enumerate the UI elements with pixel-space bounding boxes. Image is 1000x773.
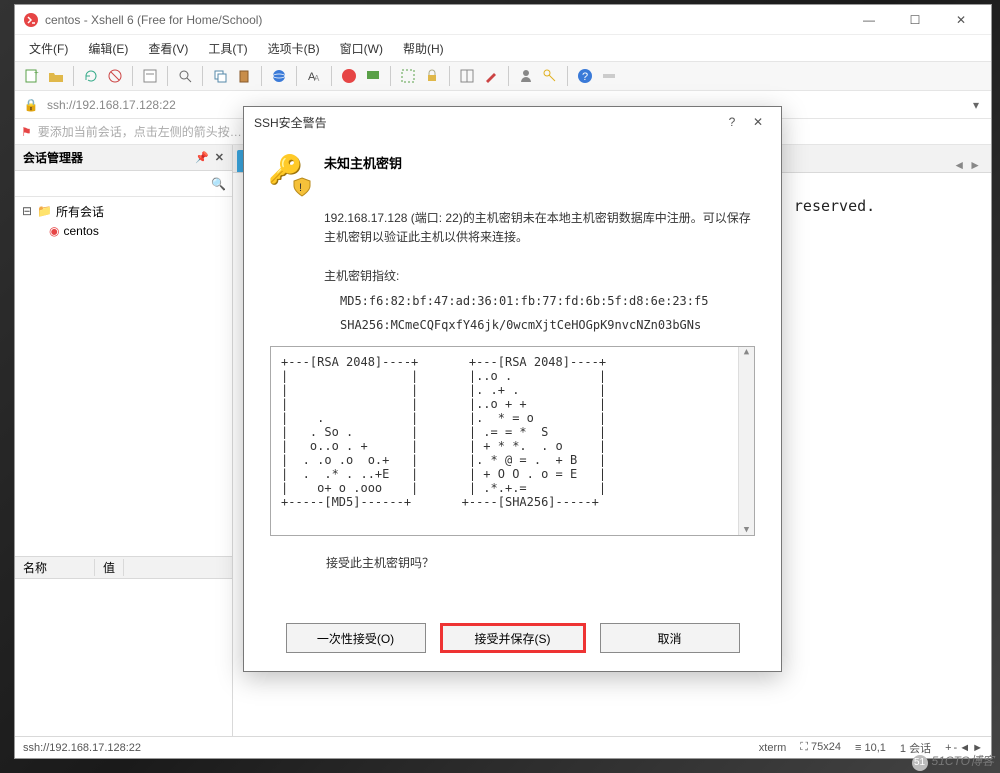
- menu-help[interactable]: 帮助(H): [393, 36, 454, 61]
- svg-text:+: +: [34, 68, 39, 77]
- tree-root[interactable]: ⊟ 📁 所有会话: [21, 201, 226, 221]
- session-panel: 会话管理器 📌 ✕ 🔍 ⊟ 📁 所有会话 ◉ centos: [15, 145, 233, 736]
- tool-layout[interactable]: [456, 65, 478, 87]
- tab-prev-icon[interactable]: ◄: [953, 158, 965, 172]
- dialog-title: SSH安全警告: [254, 114, 719, 131]
- tree-root-label: 所有会话: [56, 203, 104, 220]
- tool-monitor[interactable]: [362, 65, 384, 87]
- dialog-heading: 未知主机密钥: [324, 151, 402, 195]
- svg-text:!: !: [299, 182, 302, 194]
- info-message: 要添加当前会话，点击左侧的箭头按…: [38, 123, 242, 140]
- tool-help[interactable]: ?: [574, 65, 596, 87]
- status-pos: ≡ 10,1: [855, 742, 886, 754]
- status-size: ⛶ 75x24: [800, 741, 841, 754]
- fingerprint-label: 主机密钥指纹:: [324, 267, 759, 284]
- fingerprint-md5: MD5:f6:82:bf:47:ad:36:01:fb:77:fd:6b:5f:…: [340, 294, 759, 308]
- dialog-help-button[interactable]: ?: [719, 115, 745, 129]
- menu-tab[interactable]: 选项卡(B): [258, 36, 330, 61]
- separator: [73, 66, 74, 86]
- status-address: ssh://192.168.17.128:22: [23, 742, 141, 754]
- tree-item-centos[interactable]: ◉ centos: [21, 221, 226, 241]
- separator: [261, 66, 262, 86]
- separator: [132, 66, 133, 86]
- session-icon: ◉: [49, 224, 59, 238]
- dialog-close-button[interactable]: ✕: [745, 115, 771, 129]
- minimize-button[interactable]: —: [847, 5, 891, 35]
- tool-user[interactable]: [515, 65, 537, 87]
- svg-text:?: ?: [582, 71, 588, 83]
- tool-lock[interactable]: [421, 65, 443, 87]
- collapse-icon[interactable]: ⊟: [21, 204, 33, 218]
- randomart-box: +---[RSA 2048]----+ +---[RSA 2048]----+ …: [270, 346, 755, 536]
- menu-window[interactable]: 窗口(W): [330, 36, 393, 61]
- menu-file[interactable]: 文件(F): [19, 36, 78, 61]
- tool-font[interactable]: AA: [303, 65, 325, 87]
- window-title: centos - Xshell 6 (Free for Home/School): [45, 13, 847, 27]
- status-bar: ssh://192.168.17.128:22 xterm ⛶ 75x24 ≡ …: [15, 736, 991, 758]
- folder-icon: 📁: [37, 204, 52, 218]
- lock-icon: 🔒: [21, 98, 41, 112]
- maximize-button[interactable]: ☐: [893, 5, 937, 35]
- tool-brush[interactable]: [480, 65, 502, 87]
- status-term: xterm: [759, 742, 787, 754]
- tool-x[interactable]: [338, 65, 360, 87]
- menu-tools[interactable]: 工具(T): [198, 36, 257, 61]
- scrollbar[interactable]: ▲ ▼: [738, 347, 754, 535]
- watermark: 5151CTO博客: [912, 752, 994, 771]
- dialog-titlebar[interactable]: SSH安全警告 ? ✕: [244, 107, 781, 137]
- tree-item-label: centos: [63, 224, 98, 238]
- session-panel-header: 会话管理器 📌 ✕: [15, 145, 232, 171]
- menubar: 文件(F) 编辑(E) 查看(V) 工具(T) 选项卡(B) 窗口(W) 帮助(…: [15, 35, 991, 61]
- panel-close-icon[interactable]: ✕: [215, 151, 224, 164]
- tool-props[interactable]: [139, 65, 161, 87]
- address-dropdown[interactable]: ▾: [967, 98, 985, 112]
- tool-paste[interactable]: [233, 65, 255, 87]
- titlebar[interactable]: centos - Xshell 6 (Free for Home/School)…: [15, 5, 991, 35]
- close-button[interactable]: ✕: [939, 5, 983, 35]
- separator: [567, 66, 568, 86]
- dialog-prompt: 接受此主机密钥吗？: [326, 554, 755, 571]
- tool-disconnect[interactable]: [104, 65, 126, 87]
- cancel-button[interactable]: 取消: [600, 623, 740, 653]
- session-tree[interactable]: ⊟ 📁 所有会话 ◉ centos: [15, 197, 232, 556]
- separator: [390, 66, 391, 86]
- fingerprint-sha256: SHA256:MCmeCQFqxfY46jk/0wcmXjtCeHOGpK9nv…: [340, 318, 759, 332]
- svg-text:A: A: [314, 74, 320, 83]
- separator: [331, 66, 332, 86]
- pin-icon[interactable]: 📌: [195, 151, 209, 164]
- col-value[interactable]: 值: [95, 559, 124, 576]
- tab-next-icon[interactable]: ►: [969, 158, 981, 172]
- dialog-description: 192.168.17.128 (端口: 22)的主机密钥未在本地主机密钥数据库中…: [324, 209, 759, 247]
- search-icon[interactable]: 🔍: [211, 177, 226, 191]
- separator: [508, 66, 509, 86]
- tool-globe[interactable]: [268, 65, 290, 87]
- accept-and-save-button[interactable]: 接受并保存(S): [440, 623, 586, 653]
- tool-fullscreen[interactable]: [397, 65, 419, 87]
- tool-find[interactable]: [174, 65, 196, 87]
- tool-key[interactable]: [539, 65, 561, 87]
- tool-more[interactable]: [598, 65, 620, 87]
- tool-copy[interactable]: [209, 65, 231, 87]
- app-icon: [23, 12, 39, 28]
- separator: [449, 66, 450, 86]
- menu-view[interactable]: 查看(V): [138, 36, 198, 61]
- separator: [296, 66, 297, 86]
- menu-edit[interactable]: 编辑(E): [78, 36, 138, 61]
- tool-new[interactable]: +: [21, 65, 43, 87]
- col-name[interactable]: 名称: [15, 559, 95, 576]
- accept-once-button[interactable]: 一次性接受(O): [286, 623, 426, 653]
- warning-key-icon: 🔑 !: [266, 151, 310, 195]
- session-panel-title: 会话管理器: [23, 149, 83, 166]
- flag-icon: ⚑: [21, 125, 32, 139]
- tool-open[interactable]: [45, 65, 67, 87]
- tab-nav: ◄ ►: [947, 158, 987, 172]
- separator: [167, 66, 168, 86]
- session-search[interactable]: 🔍: [15, 171, 232, 197]
- properties-panel: 名称 值: [15, 556, 232, 736]
- toolbar: + AA ?: [15, 61, 991, 91]
- ssh-security-dialog: SSH安全警告 ? ✕ 🔑 ! 未知主机密钥 192.168.17.128 (端…: [243, 106, 782, 672]
- separator: [202, 66, 203, 86]
- tool-reconnect[interactable]: [80, 65, 102, 87]
